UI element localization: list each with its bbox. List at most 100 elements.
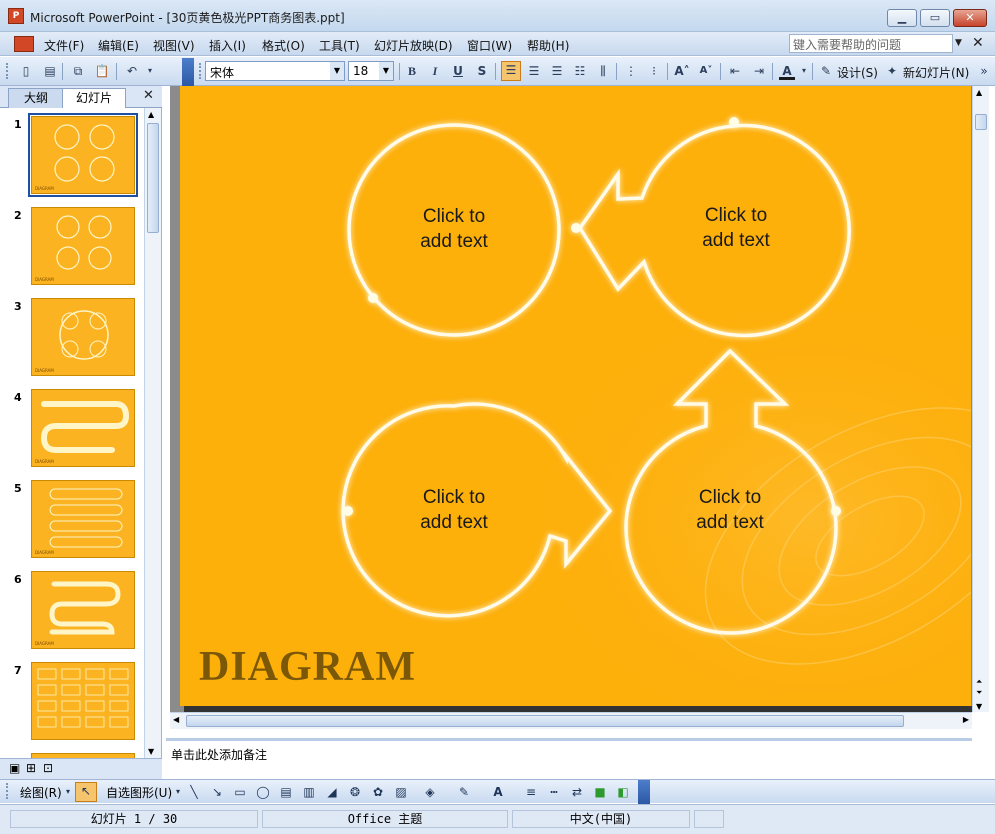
slide-preview[interactable]: DIAGRAM xyxy=(28,113,138,197)
chevron-down-icon[interactable]: ▾ xyxy=(170,784,186,800)
minimize-button[interactable]: ▁ xyxy=(887,9,917,27)
slide-preview[interactable]: DIAGRAM xyxy=(31,480,135,558)
scroll-up-icon[interactable]: ▲ xyxy=(976,88,982,97)
scroll-up-icon[interactable]: ▲ xyxy=(148,110,154,119)
decrease-indent-icon[interactable]: ⇤ xyxy=(727,63,743,79)
line-color-icon[interactable]: ✎ xyxy=(456,784,472,800)
increase-indent-icon[interactable]: ⇥ xyxy=(751,63,767,79)
arrow-icon[interactable]: ↘ xyxy=(209,784,225,800)
slide-preview[interactable]: DIAGRAM xyxy=(31,207,135,285)
tab-outline[interactable]: 大纲 xyxy=(8,88,64,108)
align-center-icon[interactable]: ☰ xyxy=(526,63,542,79)
font-name-select[interactable]: 宋体 ▼ xyxy=(205,61,345,81)
scroll-left-icon[interactable]: ◀ xyxy=(173,715,179,724)
numbered-list-icon[interactable]: ⋮ xyxy=(623,63,639,79)
scrollbar-thumb[interactable] xyxy=(975,114,987,130)
new-slide-button[interactable]: 新幻灯片(N) xyxy=(903,64,969,81)
toolbar-grip[interactable] xyxy=(199,63,202,79)
scrollbar-thumb[interactable] xyxy=(186,715,904,727)
text-placeholder[interactable]: Click to add text xyxy=(384,204,524,254)
undo-dropdown-icon[interactable]: ▾ xyxy=(142,63,158,79)
normal-view-icon[interactable]: ▣ xyxy=(9,761,20,775)
draw-menu-button[interactable]: 绘图(R) xyxy=(20,784,62,801)
shadow-button[interactable]: S xyxy=(474,63,490,79)
document-icon[interactable] xyxy=(14,36,34,52)
fill-color-icon[interactable]: ◈ xyxy=(422,784,438,800)
menu-file[interactable]: 文件(F) xyxy=(44,37,84,54)
menu-insert[interactable]: 插入(I) xyxy=(209,37,246,54)
new-document-icon[interactable]: ▯ xyxy=(18,63,34,79)
line-icon[interactable]: ╲ xyxy=(186,784,202,800)
slide-thumbnail[interactable]: 5 DIAGRAM xyxy=(0,476,144,567)
slide-preview[interactable] xyxy=(31,662,135,740)
text-placeholder[interactable]: Click to add text xyxy=(660,485,800,535)
menu-window[interactable]: 窗口(W) xyxy=(467,37,512,54)
diagram-icon[interactable]: ❂ xyxy=(347,784,363,800)
clip-art-icon[interactable]: ✿ xyxy=(370,784,386,800)
vertical-text-icon[interactable]: ⫼ xyxy=(595,63,611,79)
vertical-textbox-icon[interactable]: ▥ xyxy=(301,784,317,800)
slide-horizontal-scrollbar[interactable]: ◀ ▶ xyxy=(170,712,972,729)
slide-preview[interactable]: DIAGRAM xyxy=(31,571,135,649)
menu-format[interactable]: 格式(O) xyxy=(262,37,305,54)
open-icon[interactable]: ▤ xyxy=(42,63,58,79)
scroll-down-icon[interactable]: ▼ xyxy=(976,702,982,711)
oval-icon[interactable]: ◯ xyxy=(255,784,271,800)
slide-preview[interactable]: DIAGRAM xyxy=(31,389,135,467)
3d-style-icon[interactable]: ◧ xyxy=(615,784,631,800)
slide-preview[interactable]: DIAGRAM xyxy=(31,298,135,376)
rectangle-icon[interactable]: ▭ xyxy=(232,784,248,800)
slide-title[interactable]: DIAGRAM xyxy=(199,643,416,691)
new-slide-icon[interactable]: ✦ xyxy=(884,63,900,79)
slide-vertical-scrollbar[interactable]: ▲ ⏶ ⏷ ▼ xyxy=(972,86,989,712)
chevron-down-icon[interactable]: ▼ xyxy=(955,38,962,48)
slide-sorter-icon[interactable]: ⊞ xyxy=(26,761,36,775)
copy-icon[interactable]: ⧉ xyxy=(70,63,86,79)
scroll-down-icon[interactable]: ▼ xyxy=(148,747,154,756)
line-style-icon[interactable]: ≡ xyxy=(523,784,539,800)
close-document-icon[interactable]: ✕ xyxy=(972,35,984,51)
menu-view[interactable]: 视图(V) xyxy=(153,37,195,54)
paste-icon[interactable]: 📋 xyxy=(94,63,110,79)
close-icon[interactable]: ✕ xyxy=(143,88,154,103)
previous-slide-icon[interactable]: ⏶ xyxy=(976,678,982,686)
design-button[interactable]: 设计(S) xyxy=(837,64,878,81)
notes-pane[interactable]: 单击此处添加备注 xyxy=(166,738,972,777)
slide-thumbnail[interactable] xyxy=(0,749,144,758)
underline-button[interactable]: U xyxy=(450,63,466,79)
slide-thumbnail[interactable]: 1 DIAGRAM xyxy=(0,112,144,203)
powerpoint-icon[interactable]: P xyxy=(8,8,24,24)
text-placeholder[interactable]: Click to add text xyxy=(666,203,806,253)
arrow-style-icon[interactable]: ⇄ xyxy=(569,784,585,800)
notes-placeholder[interactable]: 单击此处添加备注 xyxy=(171,746,267,763)
wordart-icon[interactable]: ◢ xyxy=(324,784,340,800)
slide-thumbnail[interactable]: 2 DIAGRAM xyxy=(0,203,144,294)
picture-icon[interactable]: ▨ xyxy=(393,784,409,800)
autoshapes-button[interactable]: 自选图形(U) xyxy=(106,784,172,801)
increase-font-icon[interactable]: A˄ xyxy=(674,63,690,79)
toolbar-grip[interactable] xyxy=(6,783,9,799)
close-button[interactable]: ✕ xyxy=(953,9,987,27)
toolbar-overflow-handle[interactable] xyxy=(182,58,194,86)
text-placeholder[interactable]: Click to add text xyxy=(384,485,524,535)
menu-edit[interactable]: 编辑(E) xyxy=(98,37,139,54)
menu-slideshow[interactable]: 幻灯片放映(D) xyxy=(374,37,453,54)
maximize-button[interactable]: ▭ xyxy=(920,9,950,27)
chevron-down-icon[interactable]: ▾ xyxy=(60,784,76,800)
scroll-right-icon[interactable]: ▶ xyxy=(963,715,969,724)
select-objects-icon[interactable]: ↖ xyxy=(75,782,97,802)
font-color-icon[interactable]: A xyxy=(490,784,506,800)
slide-thumbnail[interactable]: 7 xyxy=(0,658,144,749)
slide-canvas[interactable]: Click to add text Click to add text Clic… xyxy=(180,86,971,706)
italic-button[interactable]: I xyxy=(427,63,443,79)
slide-thumbnail[interactable]: 4 DIAGRAM xyxy=(0,385,144,476)
toolbar-grip[interactable] xyxy=(6,63,9,79)
align-left-icon[interactable]: ☰ xyxy=(501,61,521,81)
chevron-down-icon[interactable]: ▼ xyxy=(379,62,393,80)
help-search-input[interactable]: 键入需要帮助的问题 xyxy=(789,34,953,53)
slideshow-icon[interactable]: ⊡ xyxy=(43,761,53,775)
thumbnail-scrollbar[interactable]: ▲ ▼ xyxy=(144,108,161,758)
align-right-icon[interactable]: ☰ xyxy=(549,63,565,79)
shadow-style-icon[interactable]: ■ xyxy=(592,784,608,800)
textbox-icon[interactable]: ▤ xyxy=(278,784,294,800)
